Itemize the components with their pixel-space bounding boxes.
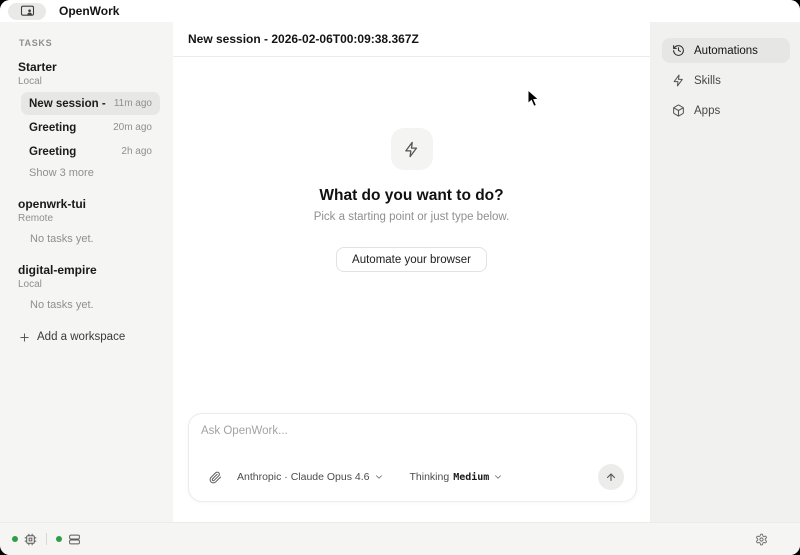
task-timestamp: 2h ago (121, 146, 152, 157)
status-dot-green (12, 536, 18, 542)
tasks-sidebar: TASKS Starter Local New session - 20... … (0, 22, 173, 522)
workspace-location: Local (18, 279, 155, 290)
empty-state: What do you want to do? Pick a starting … (173, 57, 650, 272)
workspace-name: openwrk-tui (18, 197, 155, 211)
hero-title: What do you want to do? (319, 187, 503, 205)
screen-user-icon (20, 5, 35, 17)
bolt-icon (672, 74, 685, 87)
model-selector[interactable]: Anthropic · Claude Opus 4.6 (237, 471, 384, 483)
paperclip-icon (209, 471, 222, 484)
composer-toolbar: Anthropic · Claude Opus 4.6 Thinking Med… (201, 464, 624, 490)
sidebar-item-apps[interactable]: Apps (662, 98, 790, 123)
task-item-new-session[interactable]: New session - 20... 11m ago (21, 92, 160, 115)
gear-icon (755, 533, 768, 546)
status-dot-green (56, 536, 62, 542)
arrow-up-icon (605, 471, 617, 483)
titlebar: OpenWork (0, 0, 800, 22)
runtime-status[interactable] (12, 533, 37, 546)
thinking-value: Medium (453, 472, 489, 483)
cube-icon (672, 104, 685, 117)
task-timestamp: 11m ago (114, 98, 152, 109)
attach-file-button[interactable] (209, 471, 222, 484)
app-title: OpenWork (59, 4, 119, 18)
automate-browser-button[interactable]: Automate your browser (336, 247, 487, 272)
sidebar-item-skills[interactable]: Skills (662, 68, 790, 93)
server-status[interactable] (56, 533, 81, 546)
session-header: New session - 2026-02-06T00:09:38.367Z (173, 22, 650, 57)
empty-tasks-label: No tasks yet. (30, 233, 173, 245)
send-message-button[interactable] (598, 464, 624, 490)
workspace-name: Starter (18, 60, 155, 74)
cpu-icon (24, 533, 37, 546)
add-workspace-label: Add a workspace (37, 331, 125, 343)
thinking-label: Thinking (410, 471, 450, 483)
session-title: New session - 2026-02-06T00:09:38.367Z (188, 32, 419, 46)
empty-tasks-label: No tasks yet. (30, 299, 173, 311)
model-selector-value: Anthropic · Claude Opus 4.6 (237, 471, 370, 483)
workspace-location: Local (18, 76, 155, 87)
workspace-location: Remote (18, 213, 155, 224)
task-item-greeting-1[interactable]: Greeting 20m ago (21, 116, 160, 139)
thinking-selector[interactable]: Thinking Medium (410, 471, 504, 483)
workspace-name: digital-empire (18, 263, 155, 277)
settings-button[interactable] (755, 533, 768, 546)
server-stack-icon (68, 533, 81, 546)
sidebar-item-label: Skills (694, 75, 721, 87)
chevron-down-icon (493, 472, 503, 482)
task-title: Greeting (29, 122, 107, 134)
chat-composer: Anthropic · Claude Opus 4.6 Thinking Med… (188, 413, 637, 502)
sidebar-item-label: Apps (694, 105, 720, 117)
statusbar-divider (46, 533, 47, 545)
sidebar-item-automations[interactable]: Automations (662, 38, 790, 63)
app-window: OpenWork TASKS Starter Local New session… (0, 0, 800, 555)
task-title: New session - 20... (29, 98, 108, 110)
panels-sidebar: Automations Skills Apps (650, 22, 800, 522)
tasks-section-label: TASKS (19, 38, 173, 48)
task-timestamp: 20m ago (113, 122, 152, 133)
task-item-greeting-2[interactable]: Greeting 2h ago (21, 140, 160, 163)
show-more-tasks[interactable]: Show 3 more (29, 167, 173, 179)
main-content: New session - 2026-02-06T00:09:38.367Z W… (173, 22, 650, 522)
history-icon (672, 44, 685, 57)
workspace-switcher-button[interactable] (8, 3, 46, 20)
hero-icon-tile (391, 128, 433, 170)
sidebar-item-label: Automations (694, 45, 758, 57)
statusbar (0, 522, 800, 555)
bolt-icon (403, 141, 420, 158)
chat-input[interactable] (201, 425, 624, 464)
plus-icon (19, 332, 30, 343)
hero-subtitle: Pick a starting point or just type below… (314, 211, 510, 223)
chevron-down-icon (374, 472, 384, 482)
task-title: Greeting (29, 146, 115, 158)
task-list: New session - 20... 11m ago Greeting 20m… (0, 92, 173, 163)
add-workspace-button[interactable]: Add a workspace (19, 331, 173, 343)
